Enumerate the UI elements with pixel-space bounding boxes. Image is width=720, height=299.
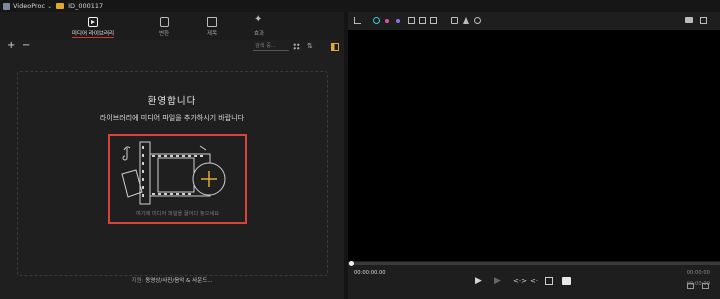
media-drop-target[interactable]: 여기에 미디어 파일을 끌어다 놓으세요 (108, 134, 247, 224)
color-dot-pink-icon[interactable] (385, 19, 389, 23)
playback-scrubber[interactable] (348, 260, 720, 266)
tab-label: 변환 (158, 31, 170, 37)
preview-panel: 00:00:00.00 00:00:00 00:00:00 ▶ ▶ <·> <· (348, 12, 720, 299)
export-frame-button[interactable] (562, 277, 571, 285)
tab-label: 효과 (253, 31, 265, 37)
library-toolbar: + − 검색 중... ⇅ (0, 40, 344, 54)
color-dot-purple-icon[interactable] (396, 19, 400, 23)
add-media-button[interactable]: + (7, 41, 15, 51)
title-icon (207, 17, 217, 27)
supported-formats-value: 동영상/사진/음악 & 사운드... (145, 278, 213, 284)
preview-toolbar (348, 12, 720, 29)
active-tab-indicator (72, 37, 114, 38)
tab-label: 제목 (206, 31, 218, 37)
next-frame-button[interactable]: <· (530, 277, 538, 286)
welcome-subtitle: 라이브러리에 미디어 파일을 추가하시기 바랍니다 (99, 114, 245, 122)
expand-icon[interactable] (702, 283, 709, 289)
folder-icon (56, 3, 65, 9)
title-bar: VideoProc ⌄ ID_000117 (0, 0, 720, 12)
welcome-title: 환영합니다 (147, 96, 197, 107)
supported-label: 지원: (131, 278, 144, 284)
fullscreen-icon[interactable] (700, 17, 707, 24)
effects-icon (254, 14, 264, 27)
transform-icon[interactable] (430, 17, 437, 24)
panel-tabs: 미디어 라이브러리 변환 제목 효과 (0, 12, 344, 40)
tab-effects[interactable]: 효과 (229, 14, 289, 39)
color-picker-cyan-icon[interactable] (373, 17, 380, 24)
transition-icon (159, 17, 169, 27)
aspect-ratio-icon[interactable] (354, 17, 361, 24)
crop-icon[interactable] (408, 17, 415, 24)
prev-frame-button[interactable]: <·> (513, 277, 527, 286)
video-preview[interactable] (348, 30, 720, 261)
split-button[interactable] (545, 277, 553, 285)
scrubber-handle[interactable] (349, 260, 354, 266)
snapshot-icon[interactable] (685, 17, 693, 23)
play-button[interactable]: ▶ (475, 277, 482, 286)
app-name[interactable]: VideoProc (13, 2, 45, 10)
play-segment-button[interactable]: ▶ (494, 277, 501, 286)
current-time: 00:00:00.00 (354, 270, 386, 276)
mask-icon[interactable] (463, 17, 469, 24)
select-icon[interactable] (419, 17, 426, 24)
app-logo-icon (3, 2, 10, 10)
project-name[interactable]: ID_000117 (68, 2, 103, 10)
search-input[interactable]: 검색 중... (253, 42, 289, 51)
remove-media-button[interactable]: − (22, 41, 30, 51)
supported-formats: 지원: 동영상/사진/음악 & 사운드... (0, 276, 344, 284)
sort-icon[interactable]: ⇅ (307, 43, 314, 50)
layout-icon[interactable] (687, 283, 694, 289)
grid-view-icon[interactable] (293, 43, 300, 50)
media-library-icon (88, 17, 98, 27)
drop-hint-text: 여기에 미디어 파일을 끌어다 놓으세요 (136, 211, 219, 217)
panel-toggle-icon[interactable] (331, 43, 339, 51)
lock-icon[interactable] (451, 17, 458, 24)
eye-icon[interactable] (474, 17, 481, 24)
chevron-down-icon[interactable]: ⌄ (47, 3, 52, 10)
tab-media-library[interactable]: 미디어 라이브러리 (63, 15, 123, 39)
total-duration: 00:00:00 (686, 270, 710, 276)
